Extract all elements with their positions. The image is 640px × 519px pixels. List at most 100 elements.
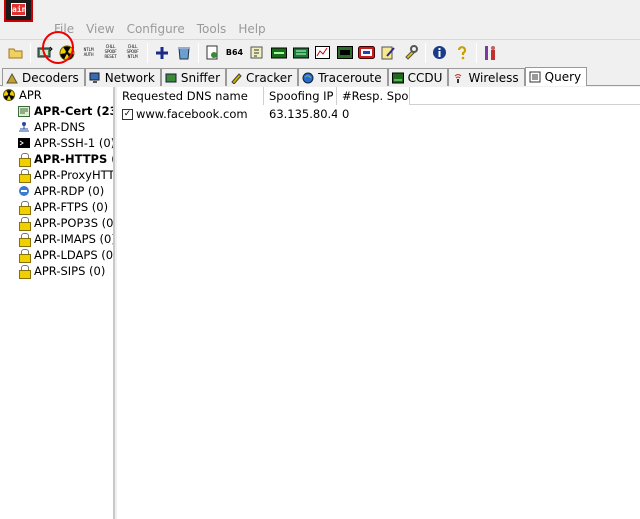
toolbar-separator xyxy=(147,42,148,63)
question-mark-icon xyxy=(457,46,466,60)
lsa-secrets-button[interactable] xyxy=(269,43,288,62)
dns-name-value: www.facebook.com xyxy=(136,107,248,121)
tab-decoders[interactable]: Decoders xyxy=(2,68,85,86)
tab-query-label: Query xyxy=(544,70,582,84)
toolbar-separator xyxy=(30,42,31,63)
query-icon xyxy=(529,71,541,83)
lock-icon xyxy=(18,233,31,247)
tree-item-label: APR-SSH-1 (0) xyxy=(34,136,115,150)
globe-icon xyxy=(302,72,314,84)
folder-icon xyxy=(8,48,23,59)
toolbar: NTLM AUTH CHLL SPOOF RESET CHLL SPOOF NTLM B6… xyxy=(0,39,640,65)
decoder-button[interactable] xyxy=(203,43,222,62)
open-folder-button[interactable] xyxy=(6,43,25,62)
decoder-icon xyxy=(6,72,18,84)
tree-item-apr-pop3s[interactable]: APR-POP3S (0) xyxy=(0,215,113,231)
challenge-spoof-ntlm-button[interactable]: CHLL SPOOF NTLM xyxy=(123,43,142,62)
tab-ccdu-label: CCDU xyxy=(407,70,443,85)
cell-dns-name: ✓ www.facebook.com xyxy=(117,107,264,121)
document-gear-icon xyxy=(206,45,218,60)
column-header-resp-spoofed[interactable]: #Resp. Spo... xyxy=(337,87,410,105)
tab-network[interactable]: Network xyxy=(84,68,161,86)
tree-item-apr-https[interactable]: APR-HTTPS (59 xyxy=(0,151,113,167)
tree-item-apr-dns[interactable]: APR-DNS xyxy=(0,119,113,135)
red-panel-button[interactable] xyxy=(357,43,376,62)
menu-view[interactable]: View xyxy=(80,20,120,38)
plus-icon xyxy=(155,46,168,59)
cell-spoofing-ip: 63.135.80.46 xyxy=(269,107,337,121)
tree-item-apr-ssh1[interactable]: APR-SSH-1 (0) xyxy=(0,135,113,151)
console-icon xyxy=(336,46,353,59)
tab-sniffer-label: Sniffer xyxy=(180,70,220,85)
column-header-dns-name[interactable]: Requested DNS name xyxy=(117,87,264,105)
challenge-spoof-reset-button[interactable]: CHLL SPOOF RESET xyxy=(101,43,120,62)
remove-button[interactable] xyxy=(174,43,193,62)
exit-button[interactable] xyxy=(481,43,500,62)
hash-calculator-icon xyxy=(250,46,262,59)
tree-item-apr[interactable]: APR xyxy=(0,87,113,103)
recycle-bin-icon xyxy=(177,47,190,60)
tree-item-apr-cert[interactable]: APR-Cert (23) xyxy=(0,103,113,119)
certificate-icon xyxy=(18,105,30,117)
tab-traceroute[interactable]: Traceroute xyxy=(298,68,388,86)
add-to-list-button[interactable] xyxy=(152,43,171,62)
wrench-button[interactable] xyxy=(401,43,420,62)
row-checkbox[interactable]: ✓ xyxy=(122,108,133,120)
column-header-spoofing-ip[interactable]: Spoofing IP xyxy=(264,87,337,105)
menu-help[interactable]: Help xyxy=(232,20,271,38)
sniffer-icon xyxy=(165,72,177,84)
tab-traceroute-label: Traceroute xyxy=(318,70,382,85)
tree-item-label: APR-Cert (23) xyxy=(34,104,115,118)
tree-item-apr-imaps[interactable]: APR-IMAPS (0) xyxy=(0,231,113,247)
hash-calculator-button[interactable] xyxy=(247,43,266,62)
tab-cracker-label: Cracker xyxy=(246,70,293,85)
dialup-passwords-button[interactable] xyxy=(313,43,332,62)
window-chart-icon xyxy=(315,46,330,59)
tree-item-apr-ldaps[interactable]: APR-LDAPS (0) xyxy=(0,247,113,263)
tab-decoders-label: Decoders xyxy=(22,70,79,85)
radiation-icon xyxy=(3,89,15,101)
lock-icon xyxy=(18,169,31,183)
about-button[interactable] xyxy=(430,43,449,62)
tab-cracker[interactable]: Cracker xyxy=(226,68,299,86)
info-icon xyxy=(433,46,446,59)
base64-icon: B64 xyxy=(225,47,244,57)
cracker-icon xyxy=(230,72,242,84)
red-highlight-circle xyxy=(42,31,74,64)
tree-item-apr-sips[interactable]: APR-SIPS (0) xyxy=(0,263,113,279)
help-button[interactable] xyxy=(452,43,471,62)
spoof-ntlm-line3: NTLM xyxy=(127,55,138,60)
menu-configure[interactable]: Configure xyxy=(121,20,191,38)
wireless-passwords-button[interactable] xyxy=(291,43,310,62)
cain-app-icon[interactable]: ain xyxy=(4,0,33,22)
menu-tools[interactable]: Tools xyxy=(191,20,233,38)
tree-item-label: APR-SIPS (0) xyxy=(34,264,106,278)
table-row[interactable]: ✓ www.facebook.com 63.135.80.46 0 xyxy=(117,105,640,123)
apr-tree-pane[interactable]: APR APR-Cert (23) APR-DNS APR-SSH-1 (0) … xyxy=(0,87,115,519)
yellow-tool-icon xyxy=(405,45,418,60)
edit-button[interactable] xyxy=(379,43,398,62)
green-grid-icon xyxy=(292,47,309,58)
lock-icon xyxy=(18,249,31,263)
tree-item-apr-proxyhttps[interactable]: APR-ProxyHTTPS xyxy=(0,167,113,183)
lock-icon xyxy=(18,265,31,279)
wireless-icon xyxy=(452,72,464,84)
tree-item-apr-rdp[interactable]: APR-RDP (0) xyxy=(0,183,113,199)
toolbar-separator xyxy=(425,42,426,63)
toolbar-separator xyxy=(476,42,477,63)
tab-wireless[interactable]: Wireless xyxy=(448,68,525,86)
menu-bar: File View Configure Tools Help xyxy=(0,20,640,38)
app-icon-label: ain xyxy=(11,3,27,16)
tree-item-apr-ftps[interactable]: APR-FTPS (0) xyxy=(0,199,113,215)
network-icon xyxy=(89,72,101,84)
tab-wireless-label: Wireless xyxy=(468,70,519,85)
terminal-window-button[interactable] xyxy=(335,43,354,62)
tab-query[interactable]: Query xyxy=(524,67,588,86)
tab-ccdu[interactable]: CCDU xyxy=(387,68,449,86)
pencil-note-icon xyxy=(381,46,395,60)
base64-button[interactable]: B64 xyxy=(225,43,244,62)
tree-root-label: APR xyxy=(19,88,42,102)
ntlm-auth-button[interactable]: NTLM AUTH xyxy=(79,43,98,62)
tab-sniffer[interactable]: Sniffer xyxy=(160,68,226,86)
dns-spoof-list[interactable]: Requested DNS name Spoofing IP #Resp. Sp… xyxy=(117,87,640,519)
